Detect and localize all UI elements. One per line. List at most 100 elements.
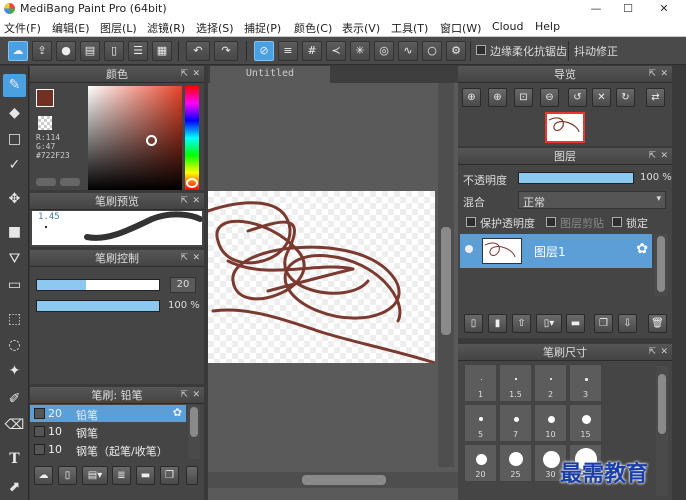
- brush-opacity-slider[interactable]: [36, 300, 160, 312]
- curve-snap-icon[interactable]: ∿: [398, 41, 418, 61]
- menu-file[interactable]: 文件(F): [4, 20, 41, 36]
- popout-icon[interactable]: ⇱: [180, 250, 188, 267]
- lasso-tool-icon[interactable]: ◌: [3, 334, 26, 357]
- close-icon[interactable]: ✕: [660, 66, 668, 83]
- radial-line-icon[interactable]: ✳: [350, 41, 370, 61]
- brush-list-item[interactable]: 20 铅笔 ✿: [30, 405, 186, 422]
- zoom-in-alt-icon[interactable]: ⊕: [488, 88, 507, 107]
- close-icon[interactable]: ✕: [660, 344, 668, 361]
- gradient-tool-icon[interactable]: ▭: [3, 274, 26, 297]
- folder-icon[interactable]: ▬: [566, 314, 585, 333]
- popout-icon[interactable]: ⇱: [180, 193, 188, 210]
- brush-size-cell[interactable]: 15: [569, 404, 602, 442]
- parallel-snap-icon[interactable]: ≡: [278, 41, 298, 61]
- scrollbar-thumb[interactable]: [302, 475, 386, 485]
- transparent-color-swatch[interactable]: [38, 116, 52, 130]
- close-icon[interactable]: ✕: [192, 66, 200, 83]
- menu-window[interactable]: 窗口(W): [440, 20, 481, 36]
- duplicate-layer-icon[interactable]: ❐: [594, 314, 613, 333]
- brush-size-cell[interactable]: 5: [464, 404, 497, 442]
- magic-wand-icon[interactable]: ✦: [3, 360, 26, 383]
- scroll-handle[interactable]: [186, 466, 198, 485]
- canvas-vertical-scrollbar[interactable]: [438, 83, 454, 467]
- saturation-value-picker[interactable]: [88, 86, 182, 190]
- visibility-eye-icon[interactable]: [465, 245, 473, 253]
- settings-icon[interactable]: ⚙: [446, 41, 466, 61]
- maximize-button[interactable]: ☐: [612, 0, 644, 17]
- new-layer-icon[interactable]: ▯: [464, 314, 483, 333]
- concentric-icon[interactable]: ◎: [374, 41, 394, 61]
- select-eraser-icon[interactable]: ⌫: [3, 414, 26, 437]
- lock-checkbox[interactable]: [612, 217, 622, 227]
- fit-window-icon[interactable]: ✕: [592, 88, 611, 107]
- undo-icon[interactable]: ↶: [186, 41, 210, 61]
- brush-size-cell[interactable]: 7: [499, 404, 532, 442]
- menu-view[interactable]: 表示(V): [342, 20, 380, 36]
- brush-size-cell[interactable]: 10: [534, 404, 567, 442]
- move-tool-icon[interactable]: ✥: [3, 188, 26, 211]
- zoom-out-icon[interactable]: ⊖: [540, 88, 559, 107]
- new-halftone-layer-icon[interactable]: ▮: [488, 314, 507, 333]
- layer-opacity-slider[interactable]: [518, 172, 634, 184]
- popout-icon[interactable]: ⇱: [180, 387, 188, 404]
- minimize-button[interactable]: —: [580, 0, 612, 17]
- popout-icon[interactable]: ⇱: [648, 344, 656, 361]
- antialias-checkbox[interactable]: [476, 45, 486, 55]
- select-tool-icon[interactable]: ⬚: [3, 308, 26, 331]
- brush-size-cell[interactable]: 1: [464, 364, 497, 402]
- brush-list-scrollbar[interactable]: [188, 405, 200, 459]
- eraser-tool-icon[interactable]: ◆: [3, 102, 26, 125]
- color-option-button[interactable]: [36, 178, 56, 186]
- redo-icon[interactable]: ↷: [214, 41, 238, 61]
- brush-size-cell[interactable]: 2: [534, 364, 567, 402]
- comment-icon[interactable]: ●: [56, 41, 76, 61]
- brush-settings-icon[interactable]: ≣: [112, 466, 131, 485]
- add-brush-dropdown-icon[interactable]: ▤▾: [82, 466, 108, 485]
- brush-size-cell[interactable]: 25: [499, 444, 532, 482]
- brush-size-cell[interactable]: 20: [464, 444, 497, 482]
- new-brush-icon[interactable]: ▯: [58, 466, 77, 485]
- brush-tool-icon[interactable]: ✎: [3, 74, 26, 97]
- layer-up-icon[interactable]: ⇧: [512, 314, 531, 333]
- snap-off-icon[interactable]: ⊘: [254, 41, 274, 61]
- brush-size-value[interactable]: 20: [170, 277, 196, 293]
- brush-size-cell[interactable]: 1.5: [499, 364, 532, 402]
- select-pen-icon[interactable]: ✐: [3, 388, 26, 411]
- merge-layer-icon[interactable]: ⇩: [618, 314, 637, 333]
- protect-alpha-checkbox[interactable]: [466, 217, 476, 227]
- fill-shape-tool-icon[interactable]: ■: [3, 221, 26, 244]
- scrollbar-thumb[interactable]: [441, 227, 451, 335]
- layer-scrollbar[interactable]: [654, 234, 668, 296]
- close-icon[interactable]: ✕: [660, 148, 668, 165]
- gear-icon[interactable]: ✿: [636, 241, 648, 257]
- document-icon[interactable]: ▯: [104, 41, 124, 61]
- upload-icon[interactable]: ⇪: [32, 41, 52, 61]
- navigator-thumbnail[interactable]: [545, 112, 585, 143]
- operation-tool-icon[interactable]: ⬈: [3, 476, 26, 499]
- layer-row[interactable]: 图层1 ✿: [460, 234, 652, 268]
- clipping-checkbox[interactable]: [546, 217, 556, 227]
- dot-tool-icon[interactable]: ✓: [3, 154, 26, 177]
- scrollbar-thumb[interactable]: [658, 374, 666, 434]
- rotate-right-icon[interactable]: ↻: [616, 88, 635, 107]
- trash-icon[interactable]: 🗑: [648, 314, 667, 333]
- primary-color-swatch[interactable]: [36, 89, 54, 107]
- blend-mode-select[interactable]: 正常 ▾: [518, 191, 666, 209]
- popout-icon[interactable]: ⇱: [648, 148, 656, 165]
- scrollbar-thumb[interactable]: [190, 407, 198, 437]
- cloud-icon[interactable]: ☁: [8, 41, 28, 61]
- popout-icon[interactable]: ⇱: [180, 66, 188, 83]
- rectangle-tool-icon[interactable]: □: [3, 128, 26, 151]
- brush-size-cell[interactable]: 3: [569, 364, 602, 402]
- menu-layer[interactable]: 图层(L): [100, 20, 137, 36]
- menu-edit[interactable]: 编辑(E): [52, 20, 90, 36]
- actual-size-icon[interactable]: ⊡: [514, 88, 533, 107]
- gear-icon[interactable]: ✿: [173, 406, 182, 419]
- menu-select[interactable]: 选择(S): [196, 20, 234, 36]
- popout-icon[interactable]: ⇱: [648, 66, 656, 83]
- close-icon[interactable]: ✕: [192, 250, 200, 267]
- grid-snap-icon[interactable]: #: [302, 41, 322, 61]
- menu-help[interactable]: Help: [535, 20, 560, 33]
- flip-icon[interactable]: ⇄: [646, 88, 665, 107]
- duplicate-brush-icon[interactable]: ❐: [160, 466, 179, 485]
